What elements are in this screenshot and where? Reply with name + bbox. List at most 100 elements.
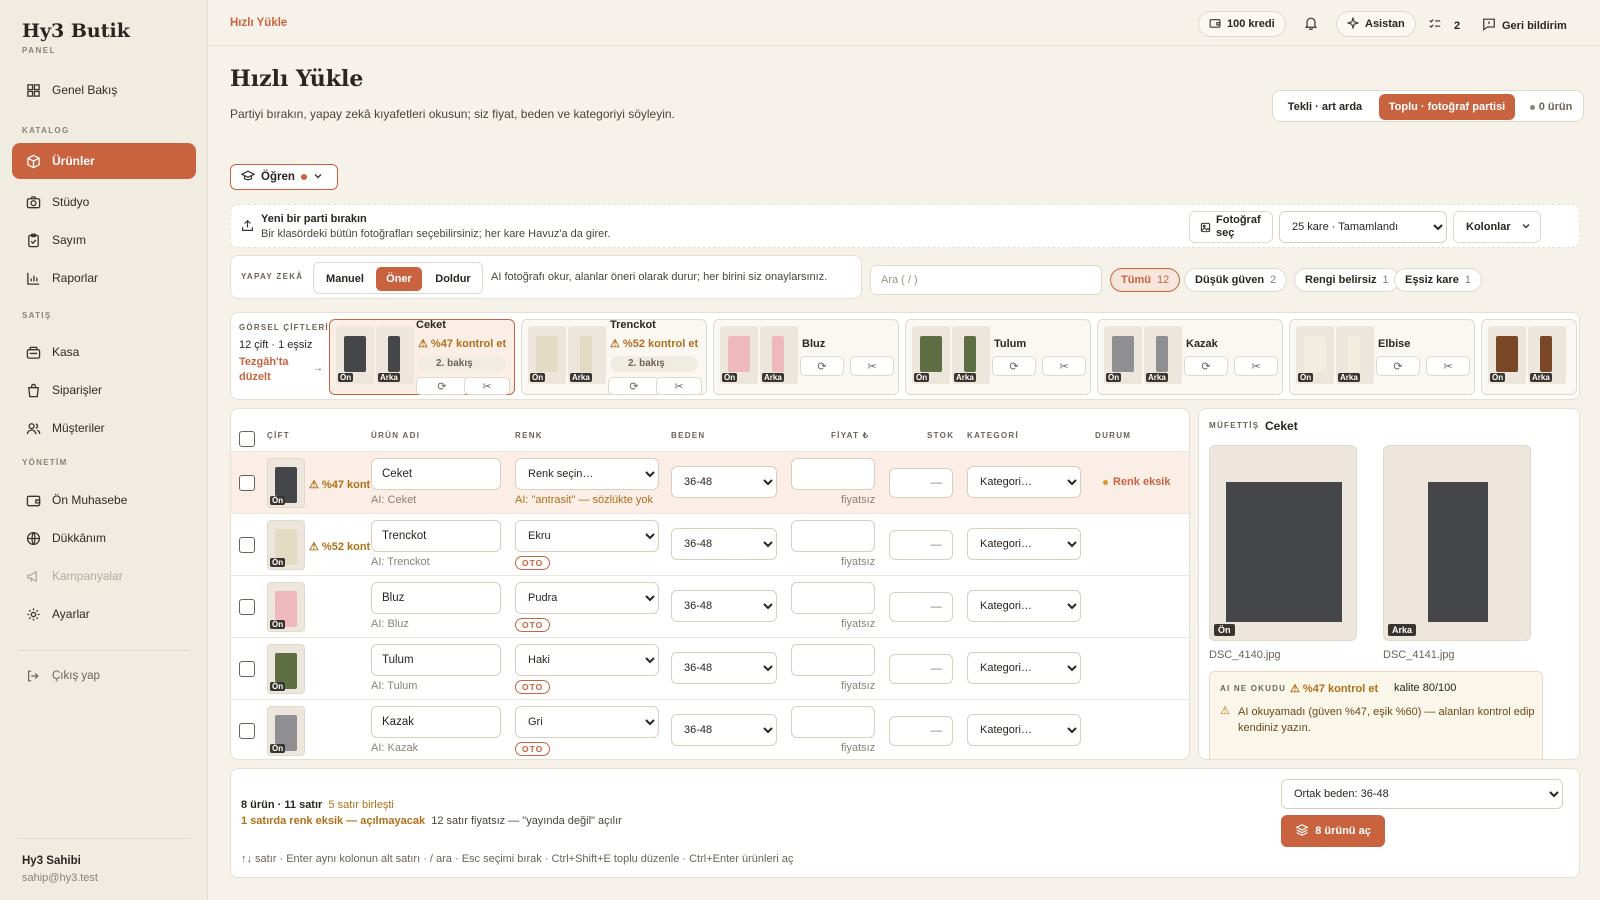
inspector-front-image[interactable]: Ön (1209, 445, 1357, 641)
split-button[interactable]: ✂ (464, 377, 510, 395)
row-checkbox[interactable] (239, 599, 255, 615)
category-select[interactable]: Kategori… (967, 652, 1081, 684)
pick-photo-button[interactable]: Fotoğraf seç (1189, 211, 1273, 243)
pair-card[interactable]: Ön Arka Ceket ⚠ %47 kontrol et 2. bakış … (329, 319, 515, 395)
price-input[interactable] (791, 706, 875, 738)
logout-button[interactable]: Çıkış yap (12, 658, 196, 694)
stock-input[interactable]: — (889, 592, 953, 622)
common-size-select[interactable]: Ortak beden: 36-48 (1281, 779, 1563, 809)
select-all-checkbox[interactable] (239, 431, 255, 447)
row-checkbox[interactable] (239, 537, 255, 553)
filter-all[interactable]: Tümü 12 (1110, 268, 1181, 292)
stock-input[interactable]: — (889, 716, 953, 746)
category-select[interactable]: Kategori… (967, 466, 1081, 498)
price-input[interactable] (791, 520, 875, 552)
feedback-button[interactable]: Geri bildirim (1482, 17, 1567, 34)
column-header-pair[interactable]: ÇİFT (267, 431, 290, 440)
column-header-size[interactable]: BEDEN (671, 431, 706, 440)
swap-button[interactable]: ⟳ (992, 356, 1036, 376)
split-button[interactable]: ✂ (1426, 356, 1470, 376)
split-button[interactable]: ✂ (1042, 356, 1086, 376)
dropzone[interactable]: Yeni bir parti bırakın Bir klasördeki bü… (230, 204, 1580, 248)
pair-card[interactable]: Ön Arka Elbise ⟳ ✂ (1289, 319, 1475, 395)
assistant-button[interactable]: Asistan (1336, 11, 1416, 37)
split-button[interactable]: ✂ (850, 356, 894, 376)
swap-button[interactable]: ⟳ (416, 377, 468, 395)
table-row[interactable]: Ön Kazak AI: Kazak Gri OTO 36-48 fiyatsı… (231, 699, 1189, 759)
color-select[interactable]: Renk seçin… (515, 458, 659, 490)
pair-card[interactable]: Ön Arka Bluz ⟳ ✂ (713, 319, 899, 395)
mode-single-button[interactable]: Tekli · art arda (1277, 95, 1373, 119)
sidebar-item-settings[interactable]: Ayarlar (12, 596, 196, 632)
product-name-input[interactable]: Trenckot (371, 520, 501, 552)
row-checkbox[interactable] (239, 661, 255, 677)
learn-button[interactable]: Öğren (230, 164, 338, 190)
pair-card[interactable]: Ön Arka (1481, 319, 1577, 395)
swap-button[interactable]: ⟳ (1184, 356, 1228, 376)
sidebar-item-overview[interactable]: Genel Bakış (12, 72, 196, 108)
pair-card[interactable]: Ön Arka Trenckot ⚠ %52 kontrol et 2. bak… (521, 319, 707, 395)
notifications-button[interactable] (1304, 16, 1318, 33)
batch-status-select[interactable]: 25 kare · Tamamlandı (1279, 211, 1447, 243)
column-header-status[interactable]: DURUM (1095, 431, 1131, 440)
ai-mode-manual[interactable]: Manuel (318, 267, 372, 291)
pair-card[interactable]: Ön Arka Tulum ⟳ ✂ (905, 319, 1091, 395)
product-name-input[interactable]: Ceket (371, 458, 501, 490)
filter-unique-frame[interactable]: Eşsiz kare 1 (1394, 268, 1482, 292)
swap-button[interactable]: ⟳ (800, 356, 844, 376)
pair-card[interactable]: Ön Arka Kazak ⟳ ✂ (1097, 319, 1283, 395)
mode-bulk-button[interactable]: Toplu · fotoğraf partisi (1379, 94, 1515, 120)
sidebar-item-campaigns[interactable]: Kampanyalar (12, 558, 196, 594)
color-select[interactable]: Haki (515, 644, 659, 676)
category-select[interactable]: Kategori… (967, 714, 1081, 746)
footer-missing[interactable]: 1 satırda renk eksik — açılmayacak (241, 815, 425, 827)
stock-input[interactable]: — (889, 468, 953, 498)
category-select[interactable]: Kategori… (967, 528, 1081, 560)
swap-button[interactable]: ⟳ (1376, 356, 1420, 376)
columns-button[interactable]: Kolonlar (1453, 211, 1541, 243)
stock-input[interactable]: — (889, 654, 953, 684)
size-select[interactable]: 36-48 (671, 528, 777, 560)
size-select[interactable]: 36-48 (671, 466, 777, 498)
price-input[interactable] (791, 644, 875, 676)
column-header-stock[interactable]: STOK (927, 431, 954, 440)
search-input[interactable]: Ara ( / ) (870, 265, 1102, 295)
table-row[interactable]: Ön ⚠ %47 kontrol et Ceket AI: Ceket Renk… (231, 451, 1189, 513)
color-select[interactable]: Gri (515, 706, 659, 738)
sidebar-item-reports[interactable]: Raporlar (12, 260, 196, 296)
color-select[interactable]: Ekru (515, 520, 659, 552)
row-checkbox[interactable] (239, 723, 255, 739)
column-header-color[interactable]: RENK (515, 431, 543, 440)
product-name-input[interactable]: Kazak (371, 706, 501, 738)
table-row[interactable]: Ön Bluz AI: Bluz Pudra OTO 36-48 fiyatsı… (231, 575, 1189, 637)
filter-low-confidence[interactable]: Düşük güven 2 (1184, 268, 1288, 292)
workbench-link[interactable]: Tezgâh'ta düzelt (239, 355, 309, 385)
open-products-button[interactable]: 8 ürünü aç (1281, 815, 1385, 847)
ai-mode-fill[interactable]: Doldur (426, 267, 480, 291)
table-row[interactable]: Ön ⚠ %52 kontrol et Trenckot AI: Trencko… (231, 513, 1189, 575)
color-select[interactable]: Pudra (515, 582, 659, 614)
size-select[interactable]: 36-48 (671, 590, 777, 622)
price-input[interactable] (791, 458, 875, 490)
sidebar-item-accounting[interactable]: Ön Muhasebe (12, 482, 196, 518)
sidebar-item-products[interactable]: Ürünler (12, 143, 196, 179)
category-select[interactable]: Kategori… (967, 590, 1081, 622)
breadcrumb[interactable]: Hızlı Yükle (230, 17, 287, 29)
credits-badge[interactable]: 100 kredi (1198, 11, 1286, 37)
column-header-price[interactable]: FİYAT ₺ (831, 431, 869, 440)
tasks-button[interactable]: 2 (1428, 17, 1460, 34)
product-name-input[interactable]: Bluz (371, 582, 501, 614)
swap-button[interactable]: ⟳ (608, 377, 660, 395)
sidebar-item-shop[interactable]: Dükkânım (12, 520, 196, 556)
stock-input[interactable]: — (889, 530, 953, 560)
sidebar-item-count[interactable]: Sayım (12, 222, 196, 258)
sidebar-item-customers[interactable]: Müşteriler (12, 410, 196, 446)
product-name-input[interactable]: Tulum (371, 644, 501, 676)
inspector-back-image[interactable]: Arka (1383, 445, 1531, 641)
sidebar-item-studio[interactable]: Stüdyo (12, 184, 196, 220)
row-checkbox[interactable] (239, 475, 255, 491)
size-select[interactable]: 36-48 (671, 652, 777, 684)
sidebar-item-orders[interactable]: Siparişler (12, 372, 196, 408)
table-row[interactable]: Ön Tulum AI: Tulum Haki OTO 36-48 fiyats… (231, 637, 1189, 699)
price-input[interactable] (791, 582, 875, 614)
